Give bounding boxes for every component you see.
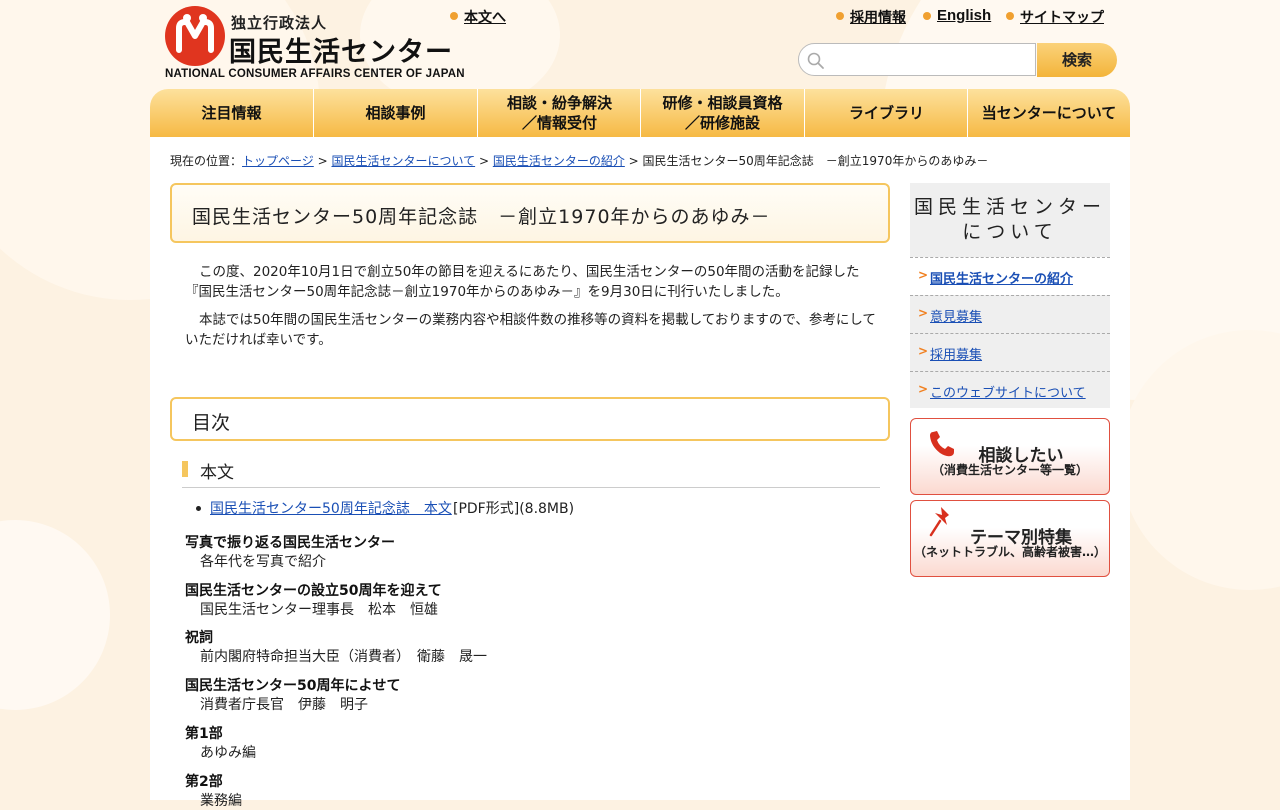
sidebar-item-intro[interactable]: > 国民生活センターの紹介: [910, 257, 1110, 295]
skip-to-content-link[interactable]: 本文へ: [464, 7, 506, 27]
section-title: 写真で振り返る国民生活センター: [185, 535, 395, 551]
sidebar-item-about-website[interactable]: > このウェブサイトについて: [910, 371, 1110, 408]
header-link-english[interactable]: English: [937, 7, 991, 24]
bullet-dot-icon: [923, 12, 931, 20]
logo-mark-icon: [165, 6, 225, 66]
intro-paragraph: 本誌では50年間の国民生活センターの業務内容や相談件数の推移等の資料を掲載してお…: [185, 312, 876, 348]
breadcrumb-separator: >: [475, 154, 493, 168]
bullet-icon: [196, 506, 201, 511]
section-description: 前内閣府特命担当大臣（消費者） 衛藤 晟一: [200, 649, 487, 665]
nav-item-training[interactable]: 研修・相談員資格 ／研修施設: [641, 89, 804, 137]
breadcrumb-separator: >: [624, 154, 643, 168]
bullet-dot-icon: [836, 12, 844, 20]
breadcrumb: 現在の位置：トップページ > 国民生活センターについて > 国民生活センターの紹…: [170, 152, 988, 169]
search-icon: [807, 52, 824, 69]
bullet-dot-icon: [450, 12, 458, 20]
site-logo[interactable]: 独立行政法人 国民生活センター NATIONAL CONSUMER AFFAIR…: [165, 6, 465, 82]
sidebar-item-label: 意見募集: [930, 310, 983, 325]
theme-feature-banner[interactable]: テーマ別特集 （ネットトラブル、高齢者被害…）: [910, 500, 1110, 577]
page-title-box: 国民生活センター50周年記念誌 －創立1970年からのあゆみ－: [170, 183, 890, 243]
breadcrumb-separator: >: [313, 154, 332, 168]
section-title: 国民生活センター50周年によせて: [185, 678, 401, 694]
pdf-file-info: [PDF形式](8.8MB): [453, 501, 575, 517]
toc-heading-box: 目次: [170, 397, 890, 441]
sidebar-item-label: このウェブサイトについて: [930, 386, 1086, 401]
section-description: 消費者庁長官 伊藤 明子: [200, 697, 368, 713]
section-title: 祝詞: [185, 630, 213, 646]
section-heading: 本文: [200, 463, 234, 483]
nav-item-consultation[interactable]: 相談・紛争解決 ／情報受付: [478, 89, 641, 137]
sidebar-item-label: 採用募集: [930, 348, 983, 363]
header-link-careers[interactable]: 採用情報: [850, 7, 906, 27]
breadcrumb-prefix: 現在の位置：: [170, 154, 243, 168]
section-description: 業務編: [200, 793, 242, 809]
pdf-download-link[interactable]: 国民生活センター50周年記念誌 本文: [210, 498, 452, 518]
nav-item-case-studies[interactable]: 相談事例: [314, 89, 477, 137]
chevron-right-icon: >: [918, 344, 929, 358]
section-title: 国民生活センターの設立50周年を迎えて: [185, 583, 442, 599]
breadcrumb-link-about[interactable]: 国民生活センターについて: [331, 154, 475, 168]
sidebar-item-label: 国民生活センターの紹介: [930, 272, 1074, 287]
global-nav: 注目情報 相談事例 相談・紛争解決 ／情報受付 研修・相談員資格 ／研修施設 ラ…: [150, 89, 1130, 137]
logo-english: NATIONAL CONSUMER AFFAIRS CENTER OF JAPA…: [165, 68, 465, 80]
banner-subtitle: （ネットトラブル、高齢者被害…）: [913, 545, 1106, 559]
page-title: 国民生活センター50周年記念誌 －創立1970年からのあゆみ－: [192, 206, 771, 228]
search-box: [798, 43, 1036, 76]
intro-paragraph: この度、2020年10月1日で創立50年の節目を迎えるにあたり、国民生活センター…: [185, 264, 860, 300]
section-description: あゆみ編: [200, 745, 256, 761]
chevron-right-icon: >: [918, 268, 929, 282]
nav-item-featured[interactable]: 注目情報: [150, 89, 313, 137]
logo-title: 国民生活センター: [229, 37, 453, 68]
search-button[interactable]: 検索: [1037, 43, 1117, 77]
section-title: 第1部: [185, 726, 223, 742]
chevron-right-icon: >: [918, 382, 929, 396]
breadcrumb-link-top[interactable]: トップページ: [242, 154, 314, 168]
chevron-right-icon: >: [918, 306, 929, 320]
heading-accent-bar: [182, 461, 188, 477]
section-description: 各年代を写真で紹介: [200, 554, 326, 570]
sidebar-item-recruitment[interactable]: > 採用募集: [910, 333, 1110, 371]
banner-subtitle: （消費生活センター等一覧）: [931, 463, 1088, 477]
sidebar-item-public-comment[interactable]: > 意見募集: [910, 295, 1110, 333]
nav-item-library[interactable]: ライブラリ: [805, 89, 968, 137]
breadcrumb-link-intro[interactable]: 国民生活センターの紹介: [493, 154, 625, 168]
nav-item-about[interactable]: 当センターについて: [968, 89, 1130, 137]
sidebar-heading: 国民生活センター について: [910, 183, 1110, 257]
section-title: 第2部: [185, 774, 223, 790]
header-link-sitemap[interactable]: サイトマップ: [1020, 7, 1104, 27]
divider: [182, 487, 880, 488]
breadcrumb-current: 国民生活センター50周年記念誌 －創立1970年からのあゆみ－: [642, 154, 989, 168]
consultation-banner[interactable]: 相談したい （消費生活センター等一覧）: [910, 418, 1110, 495]
bullet-dot-icon: [1006, 12, 1014, 20]
toc-heading: 目次: [192, 412, 231, 434]
search-input[interactable]: [829, 48, 1029, 73]
section-description: 国民生活センター理事長 松本 恒雄: [200, 602, 438, 618]
